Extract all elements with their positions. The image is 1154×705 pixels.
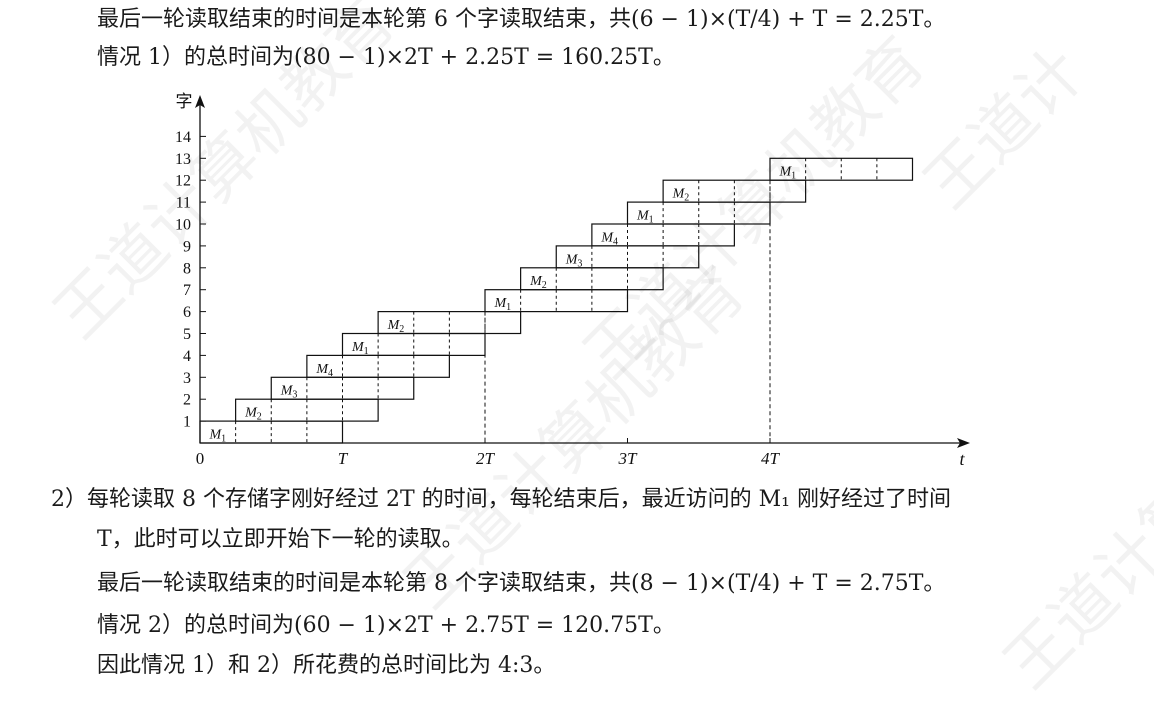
y-tick-label: 9 bbox=[183, 238, 191, 255]
bar-module-label: M2 bbox=[529, 274, 547, 291]
y-tick-label: 3 bbox=[183, 370, 191, 387]
line-case2-last-round: 最后一轮读取结束的时间是本轮第 8 个字读取结束，共(8 − 1)×(T/4) … bbox=[97, 571, 946, 596]
y-tick-label: 13 bbox=[175, 151, 191, 168]
y-tick-label: 14 bbox=[175, 129, 191, 146]
y-tick-label: 4 bbox=[183, 348, 191, 365]
bar-module-label: M1 bbox=[636, 209, 654, 226]
y-tick-label: 1 bbox=[183, 414, 191, 431]
x-tick-label: T bbox=[338, 449, 349, 468]
line-case2-intro-cont: T，此时可以立即开始下一轮的读取。 bbox=[97, 527, 464, 552]
y-tick-label: 7 bbox=[183, 282, 191, 299]
bar-module-label: M3 bbox=[565, 252, 583, 269]
y-axis-label: 字 bbox=[176, 92, 193, 111]
y-tick-label: 10 bbox=[175, 217, 191, 234]
bar-module-label: M4 bbox=[315, 362, 333, 379]
bar-module-label: M4 bbox=[600, 230, 618, 247]
x-tick-label: 0 bbox=[196, 449, 205, 468]
y-tick-label: 2 bbox=[183, 392, 191, 409]
x-tick-label: 4T bbox=[761, 449, 781, 468]
y-tick-label: 6 bbox=[183, 304, 191, 321]
bar-module-label: M3 bbox=[280, 384, 298, 401]
line-conclusion-ratio: 因此情况 1）和 2）所花费的总时间比为 4:3。 bbox=[97, 653, 556, 678]
y-tick-label: 8 bbox=[183, 260, 191, 277]
x-axis-label: t bbox=[959, 449, 965, 469]
bar-module-label: M2 bbox=[672, 187, 690, 204]
x-tick-label: 2T bbox=[476, 449, 496, 468]
bar-module-label: M1 bbox=[493, 296, 511, 313]
line-case2-total: 情况 2）的总时间为(60 − 1)×2T + 2.75T = 120.75T。 bbox=[97, 613, 675, 638]
y-tick-label: 5 bbox=[183, 326, 191, 343]
bar-module-label: M2 bbox=[244, 406, 262, 423]
bar-module-label: M1 bbox=[351, 340, 369, 357]
line-case2-intro: 2）每轮读取 8 个存储字刚好经过 2T 的时间，每轮结束后，最近访问的 M₁ … bbox=[51, 487, 951, 512]
bar-module-label: M1 bbox=[778, 165, 796, 182]
bar-module-label: M2 bbox=[387, 318, 405, 335]
y-tick-label: 11 bbox=[176, 195, 191, 212]
y-tick-label: 12 bbox=[175, 173, 191, 190]
bar-module-label: M1 bbox=[208, 428, 226, 445]
x-tick-label: 3T bbox=[618, 449, 639, 468]
